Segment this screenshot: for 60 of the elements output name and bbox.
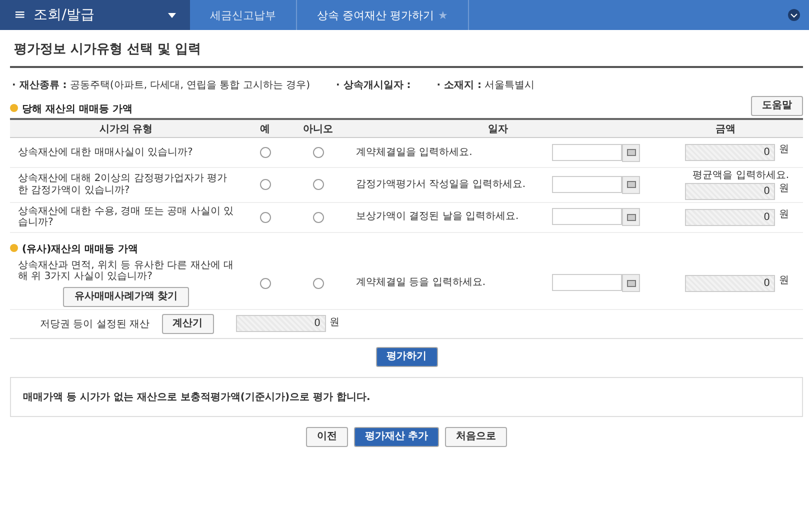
- calculator-button[interactable]: 계산기: [162, 314, 214, 334]
- column-header: 예: [242, 118, 288, 138]
- date-field[interactable]: [552, 176, 622, 193]
- radio-button[interactable]: [260, 179, 270, 190]
- unit-label: 원: [779, 182, 789, 196]
- calendar-icon[interactable]: [622, 208, 640, 226]
- date-field[interactable]: [552, 274, 622, 291]
- date-hint: 감정가액평가서 작성일을 입력하세요.: [356, 179, 526, 190]
- amount-hint: 평균액을 입력하세요.: [692, 170, 789, 182]
- find-button[interactable]: 유사매매사례가액 찾기: [63, 286, 189, 306]
- section-title: (유사)재산의 매매등 가액: [10, 236, 138, 256]
- unit-label: 원: [330, 316, 340, 330]
- date-field[interactable]: [552, 208, 622, 225]
- date-hint: 계약체결일을 입력하세요.: [356, 146, 472, 158]
- amount-field[interactable]: 0: [236, 315, 326, 332]
- radio-button[interactable]: [260, 278, 270, 288]
- nav-button[interactable]: 이전: [306, 426, 348, 446]
- mortgage-label: 저당권 등이 설정된 재산: [40, 318, 150, 330]
- evaluate-button[interactable]: 평가하기: [376, 346, 438, 366]
- help-button[interactable]: 도움말: [751, 96, 803, 116]
- column-header: 아니오: [288, 118, 348, 138]
- amount-field[interactable]: 0: [685, 208, 775, 226]
- unit-label: 원: [779, 208, 789, 222]
- question-text: 상속재산에 대한 수용, 경매 또는 공매 사실이 있습니까?: [10, 202, 242, 232]
- unit-label: 원: [779, 144, 789, 157]
- date-hint: 계약체결일 등을 입력하세요.: [356, 277, 486, 289]
- caret-icon[interactable]: [168, 12, 176, 18]
- calendar-icon[interactable]: [622, 274, 640, 292]
- notice-text: 매매가액 등 시가가 없는 재산으로 보충적평가액(기준시가)으로 평가 합니다.: [10, 376, 803, 416]
- date-field[interactable]: [552, 144, 622, 160]
- section-title: 당해 재산의 매매등 가액: [10, 96, 132, 116]
- amount-field[interactable]: 0: [685, 274, 775, 292]
- breadcrumb-link[interactable]: 세금신고납부: [190, 0, 297, 30]
- page-title: 평가정보 시가유형 선택 및 입력: [10, 30, 803, 68]
- radio-button[interactable]: [260, 212, 270, 222]
- menu-button[interactable]: ≡ 조회/발급: [0, 0, 190, 30]
- radio-button[interactable]: [312, 147, 324, 158]
- expand-icon[interactable]: [788, 9, 800, 21]
- calendar-icon[interactable]: [622, 144, 640, 162]
- nav-button[interactable]: 평가재산 추가: [354, 426, 440, 446]
- question-text: 상속재산에 대한 매매사실이 있습니까?: [10, 138, 242, 168]
- radio-button[interactable]: [312, 179, 324, 190]
- column-header: 시가의 유형: [10, 118, 242, 138]
- info-field: · 재산종류 : 공동주택(아파트, 다세대, 연립을 통합 고시하는 경우): [12, 78, 310, 92]
- info-field: · 상속개시일자 :: [336, 78, 411, 92]
- column-header: 금액: [648, 118, 803, 138]
- nav-button[interactable]: 처음으로: [445, 426, 508, 446]
- amount-field[interactable]: 0: [685, 144, 775, 161]
- info-field: · 소재지 : 서울특별시: [436, 78, 535, 92]
- radio-button[interactable]: [312, 212, 324, 222]
- radio-button[interactable]: [312, 278, 324, 288]
- question-text: 상속재산과 면적, 위치 등 유사한 다른 재산에 대해 위 3가지 사실이 있습니까?: [18, 260, 234, 282]
- unit-label: 원: [779, 274, 789, 288]
- radio-button[interactable]: [260, 147, 270, 158]
- column-header: 일자: [348, 118, 648, 138]
- amount-field[interactable]: 0: [685, 182, 775, 200]
- question-text: 상속재산에 대해 2이상의 감정평가업자가 평가한 감정가액이 있습니까?: [10, 168, 242, 202]
- breadcrumb-link[interactable]: 상속 증여재산 평가하기 ★: [297, 0, 469, 30]
- date-hint: 보상가액이 결정된 날을 입력하세요.: [356, 211, 519, 223]
- calendar-icon[interactable]: [622, 176, 640, 194]
